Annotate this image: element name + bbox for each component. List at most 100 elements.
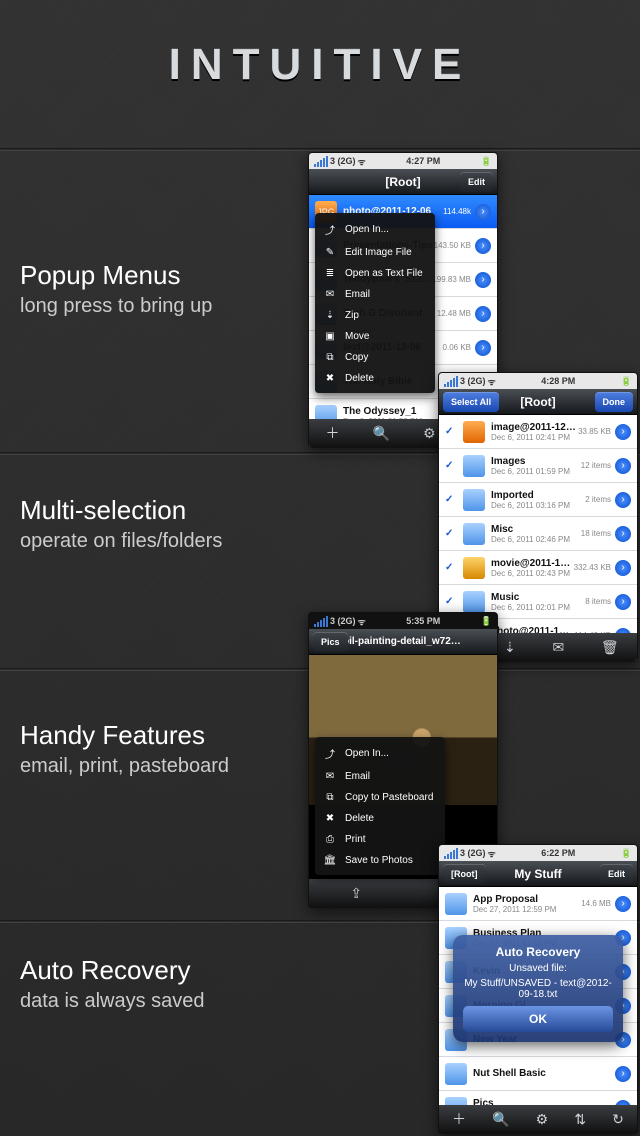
section-handy: Handy Features email, print, pasteboard bbox=[20, 720, 229, 778]
detail-disclosure-icon[interactable]: › bbox=[475, 204, 491, 220]
detail-disclosure-icon[interactable]: › bbox=[615, 594, 631, 610]
section-sub: operate on files/folders bbox=[20, 530, 222, 553]
mail-icon[interactable]: ✉ bbox=[552, 639, 564, 656]
list-item[interactable]: App ProposalDec 27, 2011 12:59 PM14.6 MB… bbox=[439, 887, 637, 921]
battery-icon: 🔋 bbox=[621, 848, 632, 859]
item-meta: 0.06 KB bbox=[443, 343, 471, 352]
detail-disclosure-icon[interactable]: › bbox=[615, 424, 631, 440]
detail-disclosure-icon[interactable]: › bbox=[475, 306, 491, 322]
check-icon[interactable]: ✓ bbox=[445, 426, 459, 437]
menu-item[interactable]: ⧉ Copy to Pasteboard bbox=[315, 787, 445, 808]
detail-disclosure-icon[interactable]: › bbox=[475, 340, 491, 356]
menu-item[interactable]: ⎙Print bbox=[315, 829, 445, 850]
list-item[interactable]: Nut Shell Basic› bbox=[439, 1057, 637, 1091]
signal-icon bbox=[314, 616, 328, 627]
detail-disclosure-icon[interactable]: › bbox=[615, 526, 631, 542]
item-name: movie@2011-12-06 bbox=[491, 558, 574, 569]
search-icon[interactable]: 🔍 bbox=[492, 1111, 509, 1128]
item-sub: Dec 6, 2011 02:46 PM bbox=[491, 535, 581, 544]
gear-icon[interactable]: ⚙ bbox=[423, 425, 436, 442]
check-icon[interactable]: ✓ bbox=[445, 460, 459, 471]
back-button[interactable]: Pics bbox=[313, 632, 348, 652]
detail-disclosure-icon[interactable]: › bbox=[475, 238, 491, 254]
menu-item-label: Delete bbox=[345, 373, 374, 384]
nav-title: oil-painting-detail_w725... bbox=[343, 636, 463, 647]
section-multi: Multi-selection operate on files/folders bbox=[20, 495, 222, 553]
menu-item-icon: ⇣ bbox=[323, 310, 337, 321]
gear-icon[interactable]: ⚙ bbox=[536, 1111, 549, 1128]
done-button[interactable]: Done bbox=[595, 392, 634, 412]
status-bar: 3 (2G) ᯤ 4:27 PM 🔋 bbox=[309, 153, 497, 169]
add-icon[interactable]: ＋ bbox=[452, 1109, 466, 1129]
sort-icon[interactable]: ⇅ bbox=[574, 1111, 586, 1128]
section-sub: data is always saved bbox=[20, 990, 205, 1013]
item-name: Pics bbox=[473, 1098, 615, 1106]
item-meta: 12.48 MB bbox=[437, 309, 471, 318]
item-meta: 33.85 KB bbox=[578, 427, 611, 436]
file-icon bbox=[463, 421, 485, 443]
menu-item[interactable]: ⤴Open In... bbox=[315, 741, 445, 766]
menu-item-icon: ⧉ bbox=[323, 792, 337, 803]
detail-disclosure-icon[interactable]: › bbox=[615, 662, 631, 663]
list-item[interactable]: ✓ImportedDec 6, 2011 03:16 PM2 items› bbox=[439, 483, 637, 517]
menu-item-label: Open In... bbox=[345, 224, 389, 235]
list-item[interactable]: ✓movie@2011-12-06Dec 6, 2011 02:43 PM332… bbox=[439, 551, 637, 585]
section-recover: Auto Recovery data is always saved bbox=[20, 955, 205, 1013]
check-icon[interactable]: ✓ bbox=[445, 494, 459, 505]
item-sub: Dec 6, 2011 03:16 PM bbox=[491, 501, 585, 510]
menu-item[interactable]: ✎Edit Image File bbox=[315, 242, 435, 263]
list-item[interactable]: PicsToday 05:53 PM› bbox=[439, 1091, 637, 1105]
menu-item-label: Open as Text File bbox=[345, 268, 423, 279]
detail-disclosure-icon[interactable]: › bbox=[475, 272, 491, 288]
nav-bar: [Root] Edit bbox=[309, 169, 497, 195]
menu-item[interactable]: ✉Email bbox=[315, 284, 435, 305]
menu-item-icon: ✖ bbox=[323, 813, 337, 824]
check-icon[interactable]: ✓ bbox=[445, 528, 459, 539]
check-icon[interactable]: ✓ bbox=[445, 562, 459, 573]
menu-item-label: Copy bbox=[345, 352, 368, 363]
menu-item[interactable]: ⇣Zip bbox=[315, 305, 435, 326]
menu-item[interactable]: ≣Open as Text File bbox=[315, 263, 435, 284]
share-icon[interactable]: ⇪ bbox=[350, 885, 362, 902]
zip-icon[interactable]: ⇣ bbox=[504, 639, 516, 656]
refresh-icon[interactable]: ↻ bbox=[612, 1111, 624, 1128]
edit-button[interactable]: Edit bbox=[460, 172, 493, 192]
list-item[interactable]: ✓ImagesDec 6, 2011 01:59 PM12 items› bbox=[439, 449, 637, 483]
list-item[interactable]: ✓image@2011-12-06Dec 6, 2011 02:41 PM33.… bbox=[439, 415, 637, 449]
detail-disclosure-icon[interactable]: › bbox=[615, 896, 631, 912]
wifi-icon: ᯤ bbox=[488, 847, 496, 860]
menu-item[interactable]: ✉Email bbox=[315, 766, 445, 787]
menu-item[interactable]: ✖Delete bbox=[315, 368, 435, 389]
menu-item[interactable]: ✖Delete bbox=[315, 808, 445, 829]
add-icon[interactable]: ＋ bbox=[326, 423, 340, 443]
detail-disclosure-icon[interactable]: › bbox=[615, 458, 631, 474]
edit-button[interactable]: Edit bbox=[600, 864, 633, 884]
alert-line: My Stuff/UNSAVED - text@2012-09-18.txt bbox=[463, 978, 613, 1000]
menu-item-label: Copy to Pasteboard bbox=[345, 792, 433, 803]
menu-item[interactable]: ▣Move bbox=[315, 326, 435, 347]
item-meta: 143.50 KB bbox=[434, 241, 471, 250]
file-icon bbox=[445, 1097, 467, 1106]
search-icon[interactable]: 🔍 bbox=[373, 425, 390, 442]
check-icon[interactable]: ✓ bbox=[445, 596, 459, 607]
bottom-toolbar: ＋ 🔍 ⚙ ⇅ ↻ bbox=[439, 1105, 637, 1133]
back-button[interactable]: [Root] bbox=[443, 864, 486, 884]
file-icon bbox=[463, 455, 485, 477]
detail-disclosure-icon[interactable]: › bbox=[615, 1066, 631, 1082]
item-meta: 199.83 MB bbox=[432, 275, 471, 284]
select-all-button[interactable]: Select All bbox=[443, 392, 499, 412]
list-item[interactable]: ✓MiscDec 6, 2011 02:46 PM18 items› bbox=[439, 517, 637, 551]
menu-item-label: Print bbox=[345, 834, 366, 845]
signal-icon bbox=[314, 156, 328, 167]
detail-disclosure-icon[interactable]: › bbox=[615, 560, 631, 576]
menu-item[interactable]: ⧉Copy bbox=[315, 347, 435, 368]
menu-item[interactable]: ⤴Open In... bbox=[315, 217, 435, 242]
nav-title: My Stuff bbox=[514, 867, 561, 881]
trash-icon[interactable]: 🗑 bbox=[601, 639, 619, 656]
headline: INTUITIVE bbox=[0, 40, 640, 90]
alert-ok-button[interactable]: OK bbox=[463, 1006, 613, 1032]
alert-dialog: Auto Recovery Unsaved file: My Stuff/UNS… bbox=[453, 935, 623, 1042]
menu-item[interactable]: 🏛Save to Photos bbox=[315, 850, 445, 871]
detail-disclosure-icon[interactable]: › bbox=[615, 492, 631, 508]
status-bar: 3 (2G) ᯤ 4:28 PM 🔋 bbox=[439, 373, 637, 389]
